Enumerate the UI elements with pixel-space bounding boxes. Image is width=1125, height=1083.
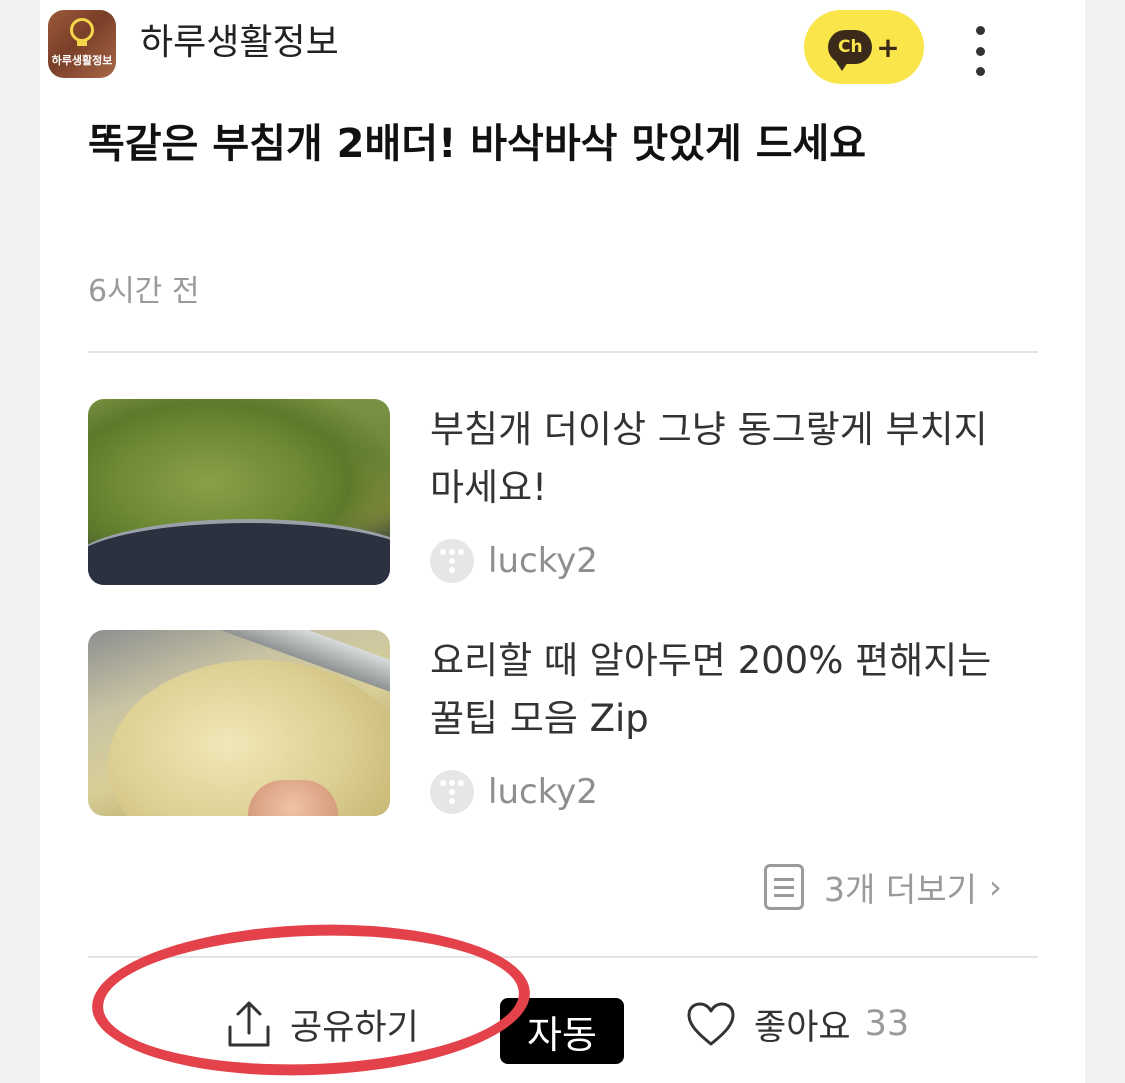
channel-header: 하루생활정보 하루생활정보 Ch + xyxy=(48,10,988,84)
post-title: 똑같은 부침개 2배더! 바삭바삭 맛있게 드세요 xyxy=(88,121,867,167)
more-articles-link[interactable]: 3개 더보기 › xyxy=(764,862,1002,912)
more-vertical-icon[interactable] xyxy=(972,26,988,76)
like-button[interactable]: 좋아요 33 xyxy=(686,994,909,1054)
plus-icon: + xyxy=(876,30,900,64)
article-source: lucky2 xyxy=(430,539,598,583)
post-timestamp: 6시간 전 xyxy=(88,274,200,309)
source-name: lucky2 xyxy=(488,772,598,812)
channel-logo[interactable]: 하루생활정보 xyxy=(48,10,116,78)
divider xyxy=(88,351,1038,353)
document-icon xyxy=(764,864,804,910)
auto-badge[interactable]: 자동 xyxy=(500,998,624,1064)
article-title[interactable]: 부침개 더이상 그냥 동그랗게 부치지 마세요! xyxy=(430,401,1030,517)
related-article[interactable]: 요리할 때 알아두면 200% 편해지는 꿀팁 모음 Zip lucky2 xyxy=(88,630,1038,816)
source-avatar-icon xyxy=(430,770,474,814)
chevron-right-icon: › xyxy=(988,868,1002,906)
share-icon xyxy=(228,1001,270,1047)
heart-icon xyxy=(687,1002,735,1046)
channel-logo-text: 하루생활정보 xyxy=(51,54,113,67)
share-button[interactable]: 공유하기 xyxy=(226,994,419,1054)
divider xyxy=(88,956,1038,958)
source-avatar-icon xyxy=(430,539,474,583)
lightbulb-icon xyxy=(70,18,94,42)
add-channel-button[interactable]: Ch + xyxy=(804,10,924,84)
kakao-channel-icon: Ch xyxy=(828,30,873,71)
like-count: 33 xyxy=(864,1004,910,1044)
channel-name[interactable]: 하루생활정보 xyxy=(140,20,339,66)
more-articles-label: 3개 더보기 xyxy=(824,870,977,909)
article-thumbnail[interactable] xyxy=(88,630,390,816)
like-label: 좋아요 xyxy=(754,1007,851,1048)
article-title[interactable]: 요리할 때 알아두면 200% 편해지는 꿀팁 모음 Zip xyxy=(430,632,1030,748)
source-name: lucky2 xyxy=(488,541,598,581)
action-bar: 공유하기 자동 좋아요 33 xyxy=(88,960,1038,1083)
share-label: 공유하기 xyxy=(290,1007,419,1048)
article-thumbnail[interactable] xyxy=(88,399,390,585)
related-article[interactable]: 부침개 더이상 그냥 동그랗게 부치지 마세요! lucky2 xyxy=(88,399,1038,585)
article-source: lucky2 xyxy=(430,770,598,814)
